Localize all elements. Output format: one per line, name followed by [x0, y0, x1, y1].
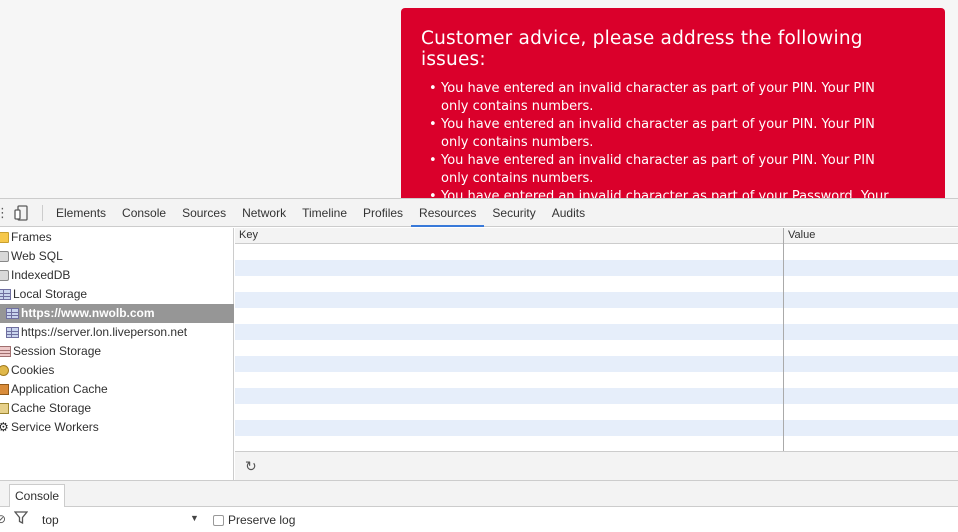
error-item: You have entered an invalid character as… [429, 80, 891, 116]
folder-icon [0, 232, 9, 243]
tree-item-local-storage[interactable]: Local Storage [0, 285, 87, 304]
tree-item-local-storage-liveperson[interactable]: https://server.lon.liveperson.net [6, 323, 187, 342]
table-row[interactable] [235, 436, 958, 451]
tab-profiles[interactable]: Profiles [355, 199, 411, 227]
preserve-log-checkbox[interactable] [213, 515, 224, 526]
table-row[interactable] [235, 308, 958, 324]
tree-label: Web SQL [11, 249, 63, 263]
tree-item-cookies[interactable]: Cookies [0, 361, 54, 380]
tree-item-frames[interactable]: Frames [0, 228, 52, 247]
tree-label: Local Storage [13, 287, 88, 301]
device-mode-icon[interactable] [14, 205, 30, 224]
storage-grid-icon [6, 308, 19, 319]
table-row[interactable] [235, 292, 958, 308]
tab-resources[interactable]: Resources [411, 199, 485, 227]
console-toolbar: ⊘ top ▼ Preserve log [0, 507, 958, 532]
tree-label: https://www.nwolb.com [21, 306, 155, 320]
storage-grid-icon [0, 289, 11, 300]
tab-elements[interactable]: Elements [48, 199, 114, 227]
drawer-tab-console[interactable]: Console [9, 484, 66, 508]
table-row[interactable] [235, 244, 958, 260]
web-page-area: Customer advice, please address the foll… [0, 0, 958, 198]
tab-network[interactable]: Network [234, 199, 294, 227]
tree-item-cache-storage[interactable]: Cache Storage [0, 399, 91, 418]
table-row[interactable] [235, 260, 958, 276]
preserve-log-label: Preserve log [228, 513, 296, 527]
error-alert-box: Customer advice, please address the foll… [401, 8, 945, 198]
error-item: You have entered an invalid character as… [429, 188, 891, 198]
tab-audits[interactable]: Audits [544, 199, 593, 227]
tree-label: IndexedDB [11, 268, 71, 282]
cache-storage-icon [0, 403, 9, 414]
cookie-icon [0, 365, 9, 376]
table-row[interactable] [235, 404, 958, 420]
tab-sources[interactable]: Sources [174, 199, 234, 227]
table-footer: ↻ [235, 451, 958, 480]
tree-item-application-cache[interactable]: Application Cache [0, 380, 108, 399]
table-row[interactable] [235, 324, 958, 340]
tab-timeline[interactable]: Timeline [294, 199, 355, 227]
database-icon [0, 270, 9, 281]
tree-label: Service Workers [11, 420, 99, 434]
table-header: Key Value [235, 228, 958, 244]
table-row[interactable] [235, 340, 958, 356]
toolbar-divider [42, 205, 43, 221]
error-item: You have entered an invalid character as… [429, 152, 891, 188]
column-divider[interactable] [783, 228, 784, 451]
tab-console[interactable]: Console [114, 199, 174, 227]
devtools-tabbar: ⋮ Elements Console Sources Network Timel… [0, 199, 958, 227]
tree-item-indexeddb[interactable]: IndexedDB [0, 266, 70, 285]
database-icon [0, 251, 9, 262]
storage-grid-icon [6, 327, 19, 338]
drawer-tabbar: Console [0, 480, 958, 508]
gear-icon: ⚙ [0, 420, 9, 434]
error-title: Customer advice, please address the foll… [421, 28, 863, 70]
tree-label: Cookies [11, 363, 55, 377]
tree-item-service-workers[interactable]: ⚙ Service Workers [0, 418, 99, 437]
tab-security[interactable]: Security [484, 199, 543, 227]
error-item: You have entered an invalid character as… [429, 116, 891, 152]
tree-label: Cache Storage [11, 401, 92, 415]
table-row[interactable] [235, 276, 958, 292]
tree-item-session-storage[interactable]: Session Storage [0, 342, 101, 361]
tree-label: Application Cache [11, 382, 108, 396]
error-list: You have entered an invalid character as… [421, 80, 925, 198]
chevron-down-icon[interactable]: ▼ [190, 513, 199, 523]
column-header-key[interactable]: Key [235, 228, 258, 243]
storage-table: Key Value [235, 228, 958, 451]
refresh-icon[interactable]: ↻ [245, 458, 257, 475]
table-row[interactable] [235, 420, 958, 436]
application-cache-icon [0, 384, 9, 395]
clear-console-icon[interactable]: ⊘ [0, 512, 6, 526]
table-row[interactable] [235, 388, 958, 404]
tree-label: Session Storage [13, 344, 102, 358]
tree-item-web-sql[interactable]: Web SQL [0, 247, 63, 266]
table-row[interactable] [235, 356, 958, 372]
context-select[interactable]: top [42, 513, 59, 527]
inspect-element-icon[interactable]: ⋮ [0, 205, 9, 221]
filter-icon[interactable] [13, 511, 29, 527]
column-header-value[interactable]: Value [784, 228, 815, 243]
storage-grid-icon [0, 346, 11, 357]
tree-item-local-storage-nwolb[interactable]: https://www.nwolb.com [0, 304, 234, 323]
tree-label: Frames [11, 230, 52, 244]
tree-label: https://server.lon.liveperson.net [21, 325, 188, 339]
resources-sidebar: Frames Web SQL IndexedDB Local Storage h… [0, 228, 234, 480]
table-row[interactable] [235, 372, 958, 388]
devtools-panel: ⋮ Elements Console Sources Network Timel… [0, 198, 958, 532]
devtools-tabs: Elements Console Sources Network Timelin… [48, 199, 593, 227]
